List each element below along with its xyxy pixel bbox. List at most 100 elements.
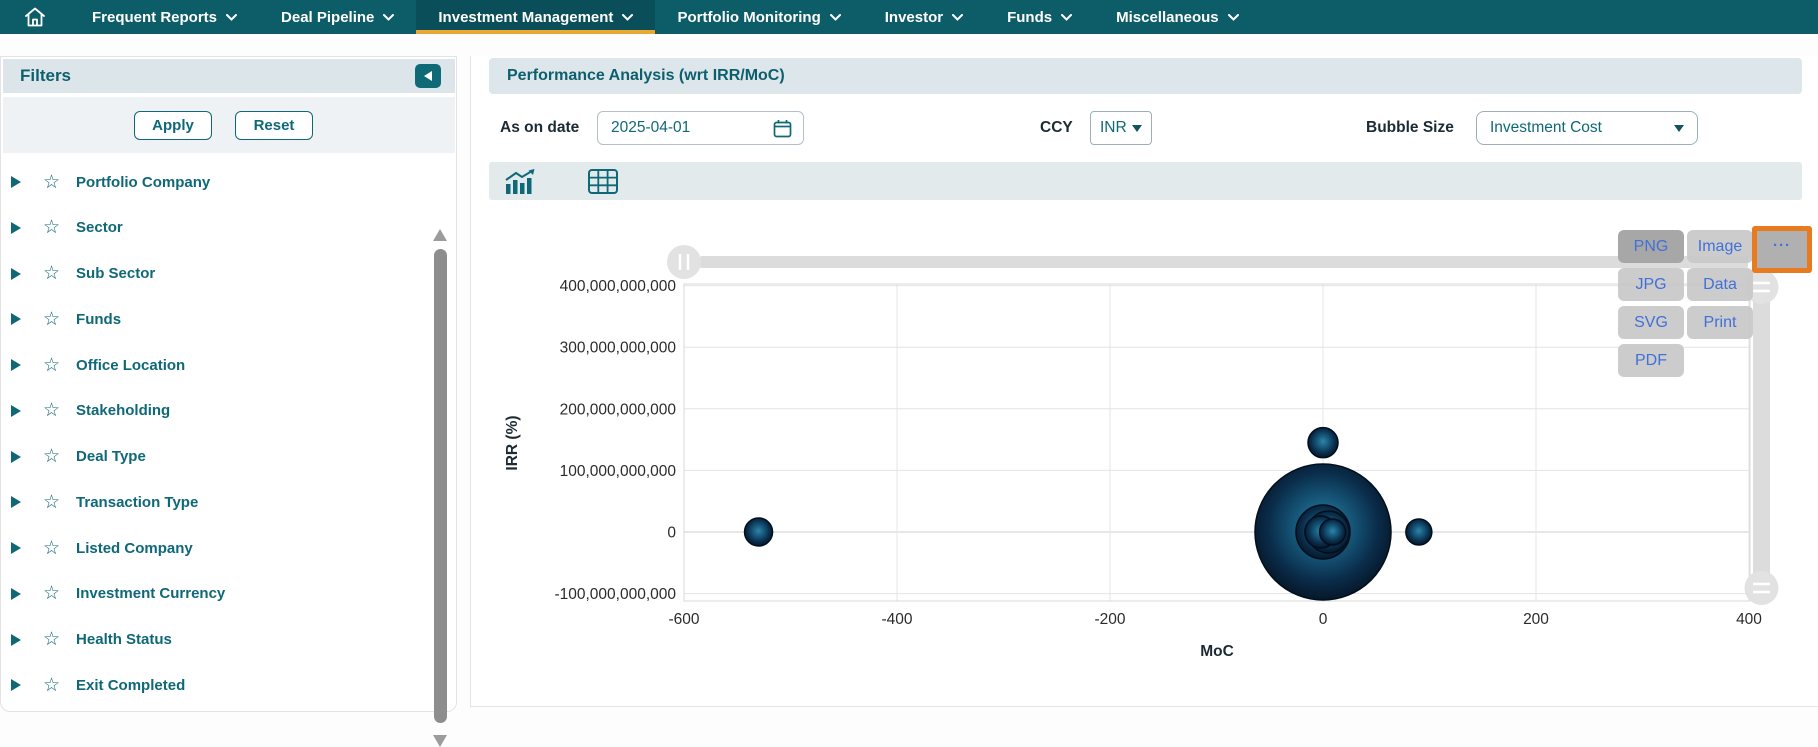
star-icon[interactable]: ☆ bbox=[43, 173, 60, 192]
export-pdf-button[interactable]: PDF bbox=[1618, 344, 1684, 377]
horizontal-zoom-track[interactable] bbox=[700, 256, 1748, 268]
export-more-button[interactable]: ··· bbox=[1752, 226, 1812, 273]
filter-item-funds[interactable]: ☆Funds bbox=[1, 296, 421, 342]
filters-title: Filters bbox=[20, 66, 71, 86]
filter-item-label: Sub Sector bbox=[76, 265, 155, 282]
export-data-button[interactable]: Data bbox=[1687, 268, 1753, 301]
apply-button[interactable]: Apply bbox=[134, 111, 212, 140]
star-icon[interactable]: ☆ bbox=[43, 539, 60, 558]
y-axis-tick-label: -100,000,000,000 bbox=[554, 586, 676, 603]
collapse-arrow-icon bbox=[424, 71, 432, 81]
expand-arrow-icon[interactable] bbox=[11, 679, 21, 691]
star-icon[interactable]: ☆ bbox=[43, 401, 60, 420]
expand-arrow-icon[interactable] bbox=[11, 451, 21, 463]
bubble[interactable] bbox=[745, 518, 773, 546]
nav-item-label: Deal Pipeline bbox=[281, 9, 374, 26]
nav-item-investment-management[interactable]: Investment Management bbox=[416, 0, 655, 34]
star-icon[interactable]: ☆ bbox=[43, 630, 60, 649]
x-axis-tick-label: -400 bbox=[881, 611, 912, 628]
filter-item-stakeholding[interactable]: ☆Stakeholding bbox=[1, 388, 421, 434]
expand-arrow-icon[interactable] bbox=[11, 176, 21, 188]
x-axis-tick-label: 0 bbox=[1319, 611, 1328, 628]
filter-item-investment-currency[interactable]: ☆Investment Currency bbox=[1, 571, 421, 617]
table-view-icon[interactable] bbox=[588, 169, 618, 194]
filter-item-health-status[interactable]: ☆Health Status bbox=[1, 617, 421, 663]
filter-item-listed-company[interactable]: ☆Listed Company bbox=[1, 525, 421, 571]
expand-arrow-icon[interactable] bbox=[11, 359, 21, 371]
horizontal-zoom-handle[interactable] bbox=[667, 245, 701, 279]
expand-arrow-icon[interactable] bbox=[11, 496, 21, 508]
star-icon[interactable]: ☆ bbox=[43, 584, 60, 603]
star-icon[interactable]: ☆ bbox=[43, 493, 60, 512]
collapse-sidebar-button[interactable] bbox=[415, 64, 441, 88]
star-icon[interactable]: ☆ bbox=[43, 310, 60, 329]
expand-arrow-icon[interactable] bbox=[11, 405, 21, 417]
nav-item-miscellaneous[interactable]: Miscellaneous bbox=[1094, 0, 1261, 34]
ccy-select[interactable]: INR bbox=[1090, 111, 1152, 145]
export-png-button[interactable]: PNG bbox=[1618, 230, 1684, 263]
chevron-down-icon bbox=[1228, 14, 1239, 21]
bubble[interactable] bbox=[1308, 428, 1338, 458]
nav-item-portfolio-monitoring[interactable]: Portfolio Monitoring bbox=[655, 0, 862, 34]
plot-border bbox=[684, 284, 1750, 601]
chevron-down-icon bbox=[830, 14, 841, 21]
nav-item-label: Investor bbox=[885, 9, 943, 26]
nav-item-label: Investment Management bbox=[438, 9, 613, 26]
export-print-button[interactable]: Print bbox=[1687, 306, 1753, 339]
expand-arrow-icon[interactable] bbox=[11, 313, 21, 325]
star-icon[interactable]: ☆ bbox=[43, 264, 60, 283]
nav-item-frequent-reports[interactable]: Frequent Reports bbox=[70, 0, 259, 34]
as-on-date-input[interactable]: 2025-04-01 bbox=[597, 111, 804, 145]
calendar-icon[interactable] bbox=[773, 119, 792, 138]
filter-item-transaction-type[interactable]: ☆Transaction Type bbox=[1, 479, 421, 525]
export-image-button[interactable]: Image bbox=[1687, 230, 1753, 263]
expand-arrow-icon[interactable] bbox=[11, 222, 21, 234]
page-title: Performance Analysis (wrt IRR/MoC) bbox=[507, 67, 785, 85]
expand-arrow-icon[interactable] bbox=[11, 542, 21, 554]
filter-item-office-location[interactable]: ☆Office Location bbox=[1, 342, 421, 388]
scrollbar-down-icon[interactable] bbox=[433, 735, 447, 747]
vertical-zoom-handle-bottom[interactable] bbox=[1745, 571, 1779, 605]
star-icon[interactable]: ☆ bbox=[43, 676, 60, 695]
filter-item-exit-completed[interactable]: ☆ Exit Completed bbox=[1, 662, 421, 708]
x-axis-tick-label: 400 bbox=[1736, 611, 1762, 628]
ccy-value: INR bbox=[1100, 119, 1127, 137]
home-icon bbox=[24, 7, 46, 27]
expand-arrow-icon[interactable] bbox=[11, 588, 21, 600]
x-axis-tick-label: -200 bbox=[1094, 611, 1125, 628]
ccy-label: CCY bbox=[1040, 119, 1073, 137]
filters-actions: Apply Reset bbox=[3, 97, 455, 153]
nav-item-label: Frequent Reports bbox=[92, 9, 217, 26]
nav-item-label: Miscellaneous bbox=[1116, 9, 1219, 26]
filters-sidebar: Filters Apply Reset ☆Portfolio Company☆S… bbox=[0, 56, 457, 712]
nav-item-investor[interactable]: Investor bbox=[863, 0, 985, 34]
bubble[interactable] bbox=[1406, 519, 1432, 545]
star-icon[interactable]: ☆ bbox=[43, 447, 60, 466]
bubble-size-value: Investment Cost bbox=[1490, 119, 1602, 137]
filter-item-sector[interactable]: ☆Sector bbox=[1, 205, 421, 251]
reset-button[interactable]: Reset bbox=[235, 111, 313, 140]
sidebar-scrollbar-thumb[interactable] bbox=[434, 249, 447, 723]
filter-item-label: Exit Completed bbox=[76, 677, 185, 694]
scrollbar-up-icon[interactable] bbox=[433, 229, 447, 241]
nav-item-deal-pipeline[interactable]: Deal Pipeline bbox=[259, 0, 416, 34]
chart-view-icon[interactable] bbox=[505, 169, 539, 195]
vertical-zoom-track[interactable] bbox=[1753, 287, 1770, 588]
chart-toolbar bbox=[489, 162, 1802, 200]
export-jpg-button[interactable]: JPG bbox=[1618, 268, 1684, 301]
bubble[interactable] bbox=[1320, 519, 1346, 545]
nav-item-funds[interactable]: Funds bbox=[985, 0, 1094, 34]
export-svg-button[interactable]: SVG bbox=[1618, 306, 1684, 339]
home-button[interactable] bbox=[0, 0, 70, 34]
filter-item-deal-type[interactable]: ☆Deal Type bbox=[1, 434, 421, 480]
app-window: Frequent Reports Deal Pipeline Investment … bbox=[0, 0, 1818, 720]
star-icon[interactable]: ☆ bbox=[43, 218, 60, 237]
expand-arrow-icon[interactable] bbox=[11, 634, 21, 646]
chevron-down-icon bbox=[1674, 125, 1684, 132]
expand-arrow-icon[interactable] bbox=[11, 268, 21, 280]
star-icon[interactable]: ☆ bbox=[43, 356, 60, 375]
bubble-size-select[interactable]: Investment Cost bbox=[1476, 111, 1698, 145]
filter-item-sub-sector[interactable]: ☆ Sub Sector bbox=[1, 251, 421, 297]
filter-item-portfolio-company[interactable]: ☆Portfolio Company bbox=[1, 159, 421, 205]
x-axis-tick-label: -600 bbox=[668, 611, 699, 628]
